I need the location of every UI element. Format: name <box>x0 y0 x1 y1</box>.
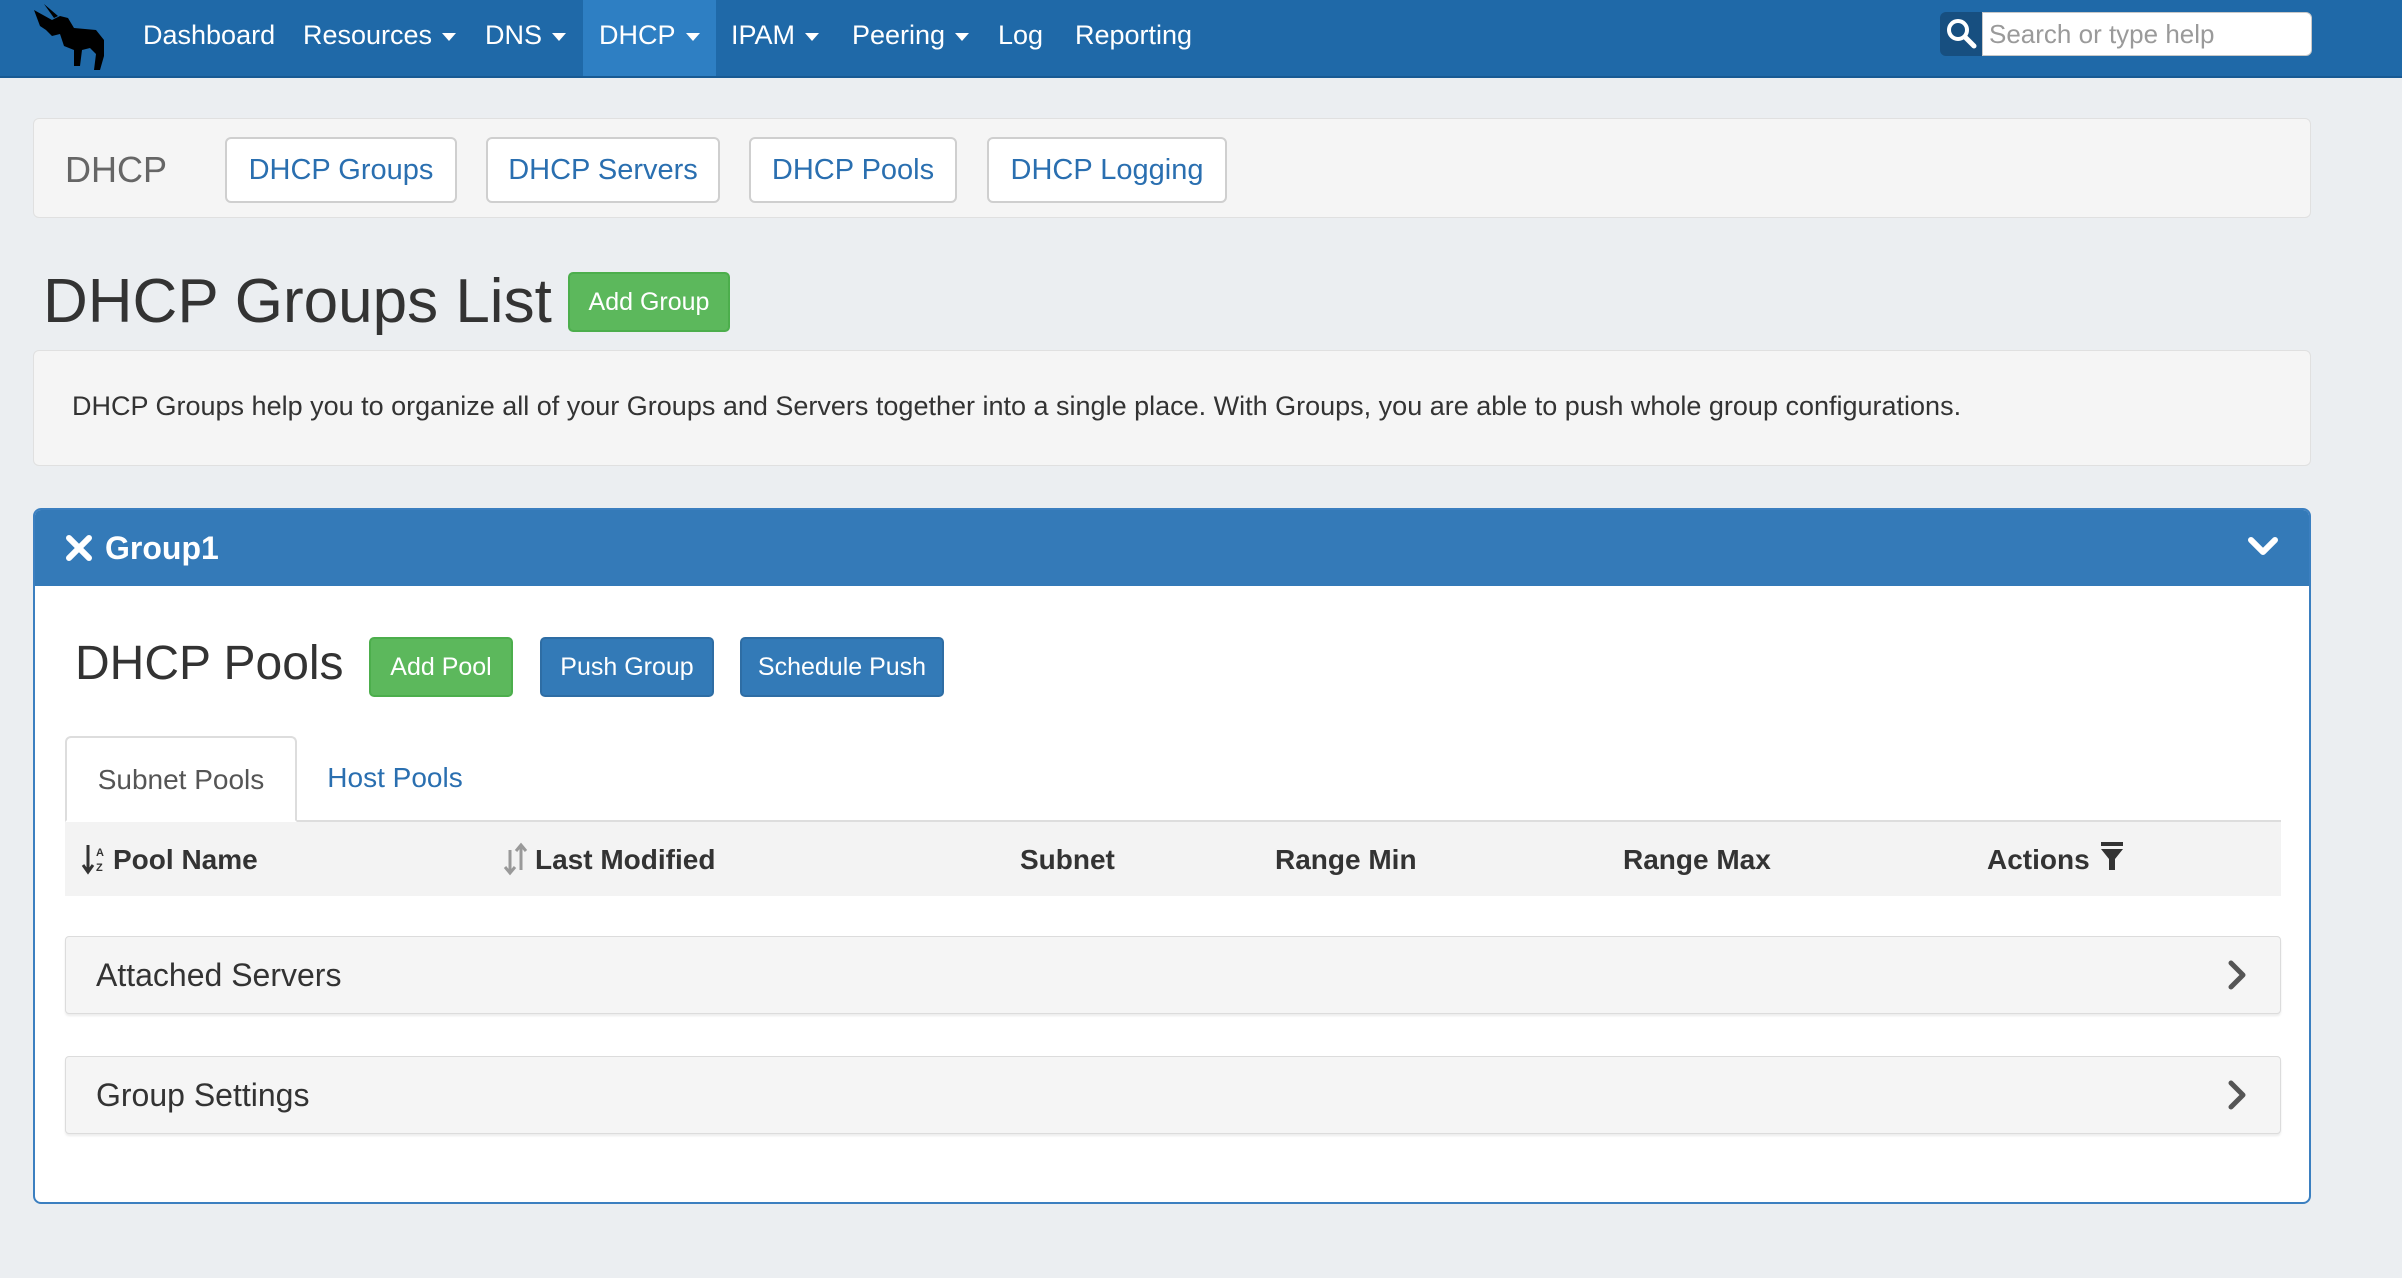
tab-subnet-pools[interactable]: Subnet Pools <box>65 736 297 822</box>
caret-down-icon <box>442 32 457 41</box>
attached-servers-section[interactable]: Attached Servers <box>65 936 2281 1014</box>
schedule-push-button[interactable]: Schedule Push <box>740 637 944 697</box>
dhcp-servers-button[interactable]: DHCP Servers <box>486 137 720 203</box>
caret-down-icon <box>685 32 700 41</box>
page-title: DHCP Groups List <box>43 267 552 336</box>
sort-alpha-icon[interactable]: A Z <box>81 842 107 876</box>
search-box <box>1940 12 2312 56</box>
col-last-modified[interactable]: Last Modified <box>535 844 715 876</box>
search-icon[interactable] <box>1940 12 1982 56</box>
col-range-min: Range Min <box>1275 844 1417 875</box>
description-well: DHCP Groups help you to organize all of … <box>33 350 2311 466</box>
caret-down-icon <box>805 32 820 41</box>
col-actions: Actions <box>1987 844 2090 875</box>
dhcp-logging-button[interactable]: DHCP Logging <box>987 137 1227 203</box>
group-panel-heading[interactable]: Group1 <box>35 510 2309 586</box>
caret-down-icon <box>955 32 970 41</box>
search-input[interactable] <box>1982 12 2312 56</box>
sort-icon[interactable] <box>503 842 529 876</box>
unicorn-logo-icon[interactable] <box>30 4 110 72</box>
group-settings-section[interactable]: Group Settings <box>65 1056 2281 1134</box>
nav-dashboard[interactable]: Dashboard <box>143 0 275 76</box>
nav-reporting[interactable]: Reporting <box>1075 0 1192 76</box>
chevron-right-icon[interactable] <box>2226 1079 2248 1111</box>
svg-text:A: A <box>96 847 104 859</box>
subnav-title: DHCP <box>65 149 168 190</box>
add-pool-button[interactable]: Add Pool <box>369 637 513 697</box>
tab-host-pools[interactable]: Host Pools <box>315 736 475 822</box>
chevron-down-icon[interactable] <box>2247 534 2279 560</box>
close-icon[interactable] <box>65 534 93 562</box>
add-group-button[interactable]: Add Group <box>568 272 730 332</box>
nav-dns[interactable]: DNS <box>485 0 567 76</box>
nav-log[interactable]: Log <box>998 0 1043 76</box>
filter-icon[interactable] <box>2099 840 2125 874</box>
nav-resources[interactable]: Resources <box>303 0 457 76</box>
chevron-right-icon[interactable] <box>2226 959 2248 991</box>
dhcp-groups-button[interactable]: DHCP Groups <box>225 137 457 203</box>
col-subnet: Subnet <box>1020 844 1115 875</box>
description-text: DHCP Groups help you to organize all of … <box>72 391 1962 421</box>
group-panel: Group1 DHCP Pools Add Pool Push Group Sc… <box>33 508 2311 1204</box>
col-range-max: Range Max <box>1623 844 1771 875</box>
attached-servers-title: Attached Servers <box>96 957 342 993</box>
col-pool-name[interactable]: Pool Name <box>113 844 258 876</box>
group-settings-title: Group Settings <box>96 1077 310 1113</box>
pools-table-header: A Z Pool Name Last Modified Subnet Range… <box>65 822 2281 896</box>
dhcp-pools-title: DHCP Pools <box>75 637 344 690</box>
group-name: Group1 <box>105 530 219 566</box>
nav-ipam[interactable]: IPAM <box>731 0 820 76</box>
nav-peering[interactable]: Peering <box>852 0 970 76</box>
top-navbar: Dashboard Resources DNS DHCP IPAM Peerin… <box>0 0 2402 78</box>
push-group-button[interactable]: Push Group <box>540 637 714 697</box>
dhcp-pools-button[interactable]: DHCP Pools <box>749 137 957 203</box>
caret-down-icon <box>552 32 567 41</box>
svg-text:Z: Z <box>96 862 103 874</box>
nav-dhcp[interactable]: DHCP <box>583 0 716 76</box>
dhcp-subnav: DHCP DHCP Groups DHCP Servers DHCP Pools… <box>33 118 2311 218</box>
